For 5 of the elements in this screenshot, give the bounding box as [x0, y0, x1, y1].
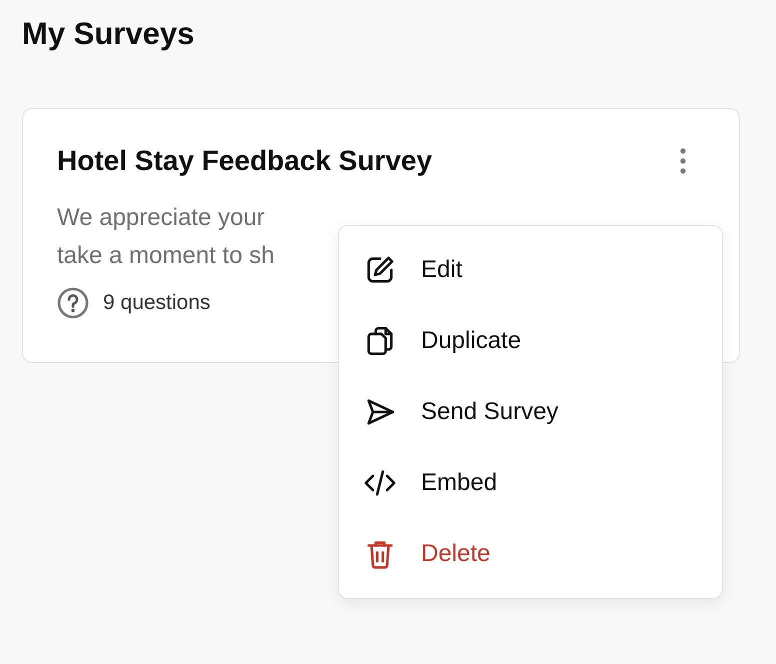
survey-description: take a moment to sh [57, 241, 274, 271]
page-title: My Surveys [21, 15, 196, 53]
survey-title: Hotel Stay Feedback Survey [57, 145, 432, 177]
question-count: 9 questions [103, 291, 210, 315]
survey-description: We appreciate your [57, 203, 265, 233]
